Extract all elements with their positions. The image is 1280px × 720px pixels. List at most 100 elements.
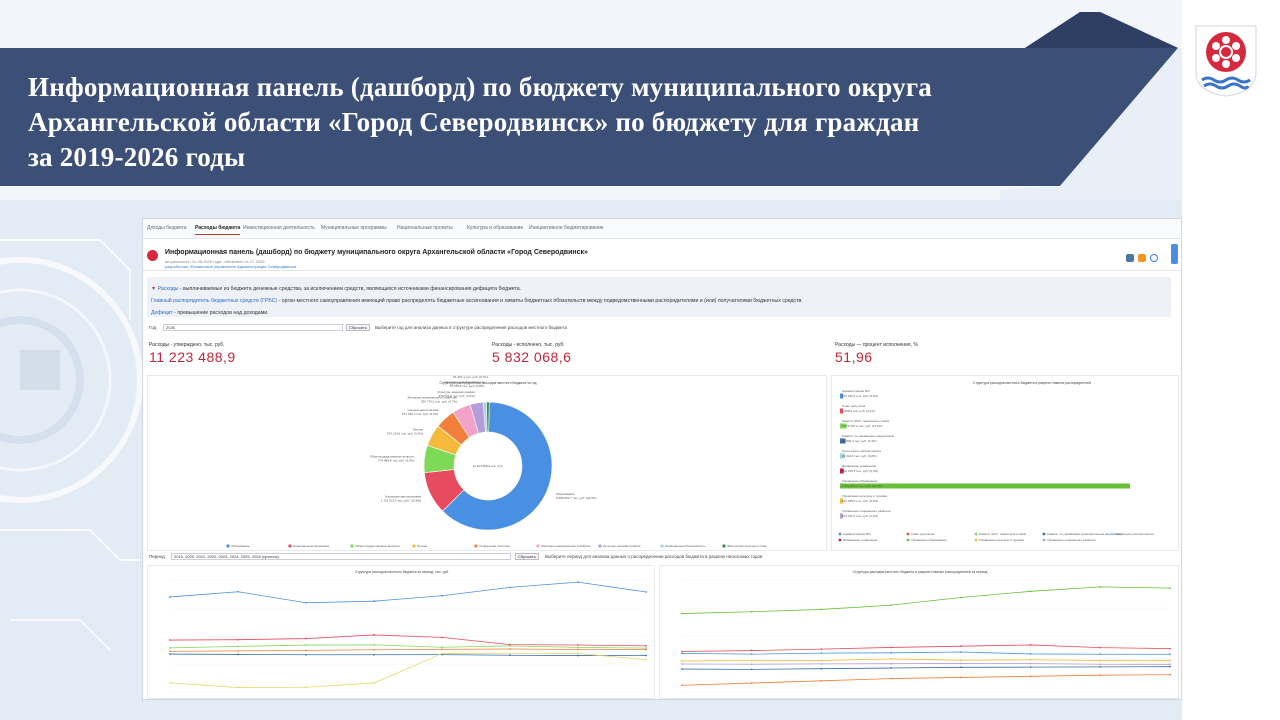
line2-point-1-1	[750, 649, 753, 652]
line2-point-2-0	[681, 652, 683, 655]
line-chart-right-panel: Структура расходов местного бюджета в ра…	[659, 565, 1179, 699]
pie-legend-dot-3	[412, 544, 416, 548]
period-filter-label: Период	[149, 554, 165, 559]
line1-point-2-6	[577, 646, 579, 649]
tab-6[interactable]: Инициативное бюджетирование	[529, 225, 604, 231]
slide-right-strip	[1182, 0, 1280, 720]
pie-label-2-1: 774 486,8 тыс. руб. (6,9%)	[378, 459, 414, 463]
bar-legend-1: Совет депутатов	[911, 532, 935, 536]
line1-point-2-7	[645, 647, 647, 649]
bar-value-2: 1 676 337,0 тыс. руб. (14,9%)	[842, 424, 882, 428]
line2-point-4-5	[1029, 662, 1032, 665]
line2-point-4-1	[750, 663, 753, 666]
line1-series-3	[169, 648, 647, 652]
tab-3[interactable]: Муниципальные программы	[321, 225, 387, 231]
tab-0[interactable]: Доходы бюджета	[147, 225, 187, 231]
bar-legend-8: Управление социального развития	[1047, 538, 1096, 542]
line2-series-1	[681, 644, 1171, 652]
line1-point-5-7	[645, 658, 647, 661]
bar-chart: Структура расходов местного бюджета в ра…	[838, 381, 1154, 542]
line1-point-1-3	[373, 634, 375, 636]
pie-legend-dot-4	[474, 544, 478, 548]
line2-point-1-7	[1169, 647, 1171, 650]
line1-point-4-2	[305, 653, 307, 656]
line1-point-1-6	[577, 644, 579, 646]
bar-value-8: 273 211,5 тыс. руб. (2,4%)	[842, 514, 878, 518]
line2-point-4-3	[890, 662, 893, 665]
bar-value-1: 6 808,4 тыс. руб. (0,1%)	[842, 409, 875, 413]
info-icon[interactable]	[1150, 254, 1158, 262]
line2-point-6-7	[1169, 673, 1171, 676]
line1-point-4-6	[577, 654, 579, 657]
line2-point-3-1	[750, 659, 753, 662]
pie-label-7-1: 87 578,8 тыс. руб. (0,8%)	[450, 384, 485, 388]
bar-label-7: Управление культуры и туризма	[842, 494, 887, 498]
bar-legend-dot-3	[1042, 532, 1046, 536]
line1-point-5-1	[237, 686, 239, 689]
line2-point-3-2	[820, 659, 823, 662]
line2-point-0-4	[959, 596, 962, 599]
pie-legend-5: Жилищно-коммунальное хозяйство	[541, 544, 591, 548]
year-reset-button[interactable]: Сбросить	[346, 324, 370, 331]
line1-point-2-0	[169, 646, 171, 649]
dashboard-scroll-handle[interactable]	[1171, 244, 1178, 264]
line2-point-1-2	[820, 648, 823, 651]
title-line-2: Архангельской области «Город Северодвинс…	[28, 107, 920, 137]
pie-label-1-1: 1 151 213,5 тыс. руб. (10,8%)	[381, 499, 421, 503]
bar-legend-dot-2	[974, 532, 978, 536]
line1-point-5-4	[441, 652, 443, 655]
line2-point-4-0	[681, 663, 683, 665]
line2-point-5-4	[959, 666, 962, 669]
line2-point-0-1	[750, 610, 753, 613]
bar-label-2: Комитет ЖКХ, транспорта и связи	[842, 419, 890, 423]
line1-point-2-1	[237, 645, 239, 648]
pie-label-6-1: 379 524,0 тыс. руб. (3,3%)	[439, 394, 475, 398]
line2-point-0-0	[681, 612, 683, 615]
line1-point-0-1	[237, 590, 239, 593]
line2-point-1-4	[959, 645, 962, 648]
period-reset-button[interactable]: Сбросить	[515, 553, 539, 560]
line1-point-3-5	[509, 648, 511, 650]
tab-1[interactable]: Расходы бюджета	[195, 225, 241, 235]
line1-point-0-7	[645, 591, 647, 593]
slide-title: Информационная панель (дашборд) по бюдже…	[28, 70, 1018, 175]
dashboard-screenshot: Доходы бюджета Расходы бюджета Инвестицион…	[142, 218, 1182, 700]
line2-point-6-3	[890, 677, 893, 680]
line1-point-1-2	[305, 637, 307, 640]
line2-point-6-6	[1099, 674, 1102, 677]
line2-point-3-7	[1169, 659, 1171, 662]
line1-point-4-5	[509, 654, 511, 657]
line1-point-0-6	[577, 581, 579, 584]
kpi-executed: Расходы - исполнено, тыс. руб. 5 832 068…	[492, 342, 572, 365]
line2-point-3-3	[890, 658, 893, 660]
pie-label-0-1: 6 588 992,7 тыс. руб. (62,3%)	[556, 496, 596, 500]
line1-series-1	[169, 634, 647, 647]
definitions-box: ▼ Расходы - выплачиваемые из бюджета ден…	[147, 277, 1171, 317]
line1-series-4	[169, 653, 647, 656]
tab-4[interactable]: Национальные проекты	[397, 225, 453, 231]
dashboard-developer[interactable]: разработчик: Финансовое управление Админ…	[165, 264, 296, 269]
pie-legend-dot-1	[288, 544, 292, 548]
pie-label-4-1: 571 436,1 тыс. руб. (5,1%)	[402, 412, 438, 416]
vk-share-icon[interactable]	[1126, 254, 1134, 262]
line1-series-0	[169, 581, 647, 604]
kpi-execution-percent: Расходы — процент исполнения, % 51,96	[835, 342, 918, 365]
line2-point-2-4	[959, 651, 962, 653]
line1-point-5-5	[509, 652, 511, 655]
line1-point-5-3	[373, 682, 375, 684]
pie-legend-7: Национальная безопасность	[665, 544, 706, 548]
tab-5[interactable]: Культура и образование	[467, 225, 523, 231]
tab-2[interactable]: Инвестиционная деятельность	[243, 225, 315, 231]
line2-point-2-1	[750, 653, 753, 656]
ok-share-icon[interactable]	[1138, 254, 1146, 262]
line2-point-5-2	[820, 667, 823, 670]
line1-point-5-0	[169, 681, 171, 684]
line2-point-1-5	[1029, 644, 1032, 646]
line1-series-5	[169, 652, 647, 688]
bar-label-6: Управление образования	[842, 479, 878, 483]
year-filter-hint: Выберите год для анализа данных в структ…	[375, 325, 567, 330]
bar-legend-0: Администрация МО	[843, 532, 871, 536]
line2-point-0-3	[890, 604, 893, 607]
period-select[interactable]: 2019, 2020, 2021, 2022, 2023, 2024, 2025…	[171, 553, 511, 560]
year-select[interactable]: 2026	[163, 324, 343, 331]
